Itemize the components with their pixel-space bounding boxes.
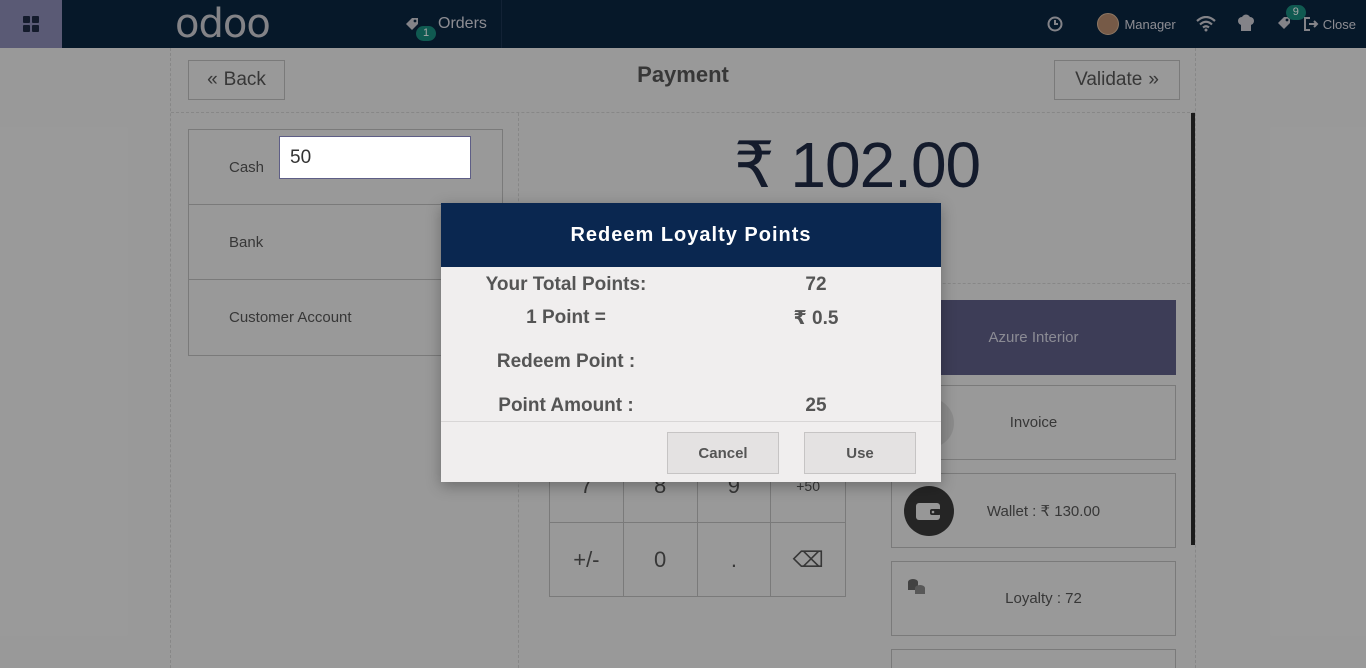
dialog-body: Your Total Points: 72 1 Point = ₹ 0.5 Re… [441,267,941,422]
total-points-value: 72 [805,274,827,295]
redeem-label: Redeem Point : [496,351,636,372]
cancel-button[interactable]: Cancel [667,432,779,474]
dialog-title: Redeem Loyalty Points [441,203,941,267]
amount-label: Point Amount : [498,395,634,416]
total-points-label: Your Total Points: [485,274,647,295]
use-button[interactable]: Use [804,432,916,474]
rate-value: ₹ 0.5 [793,308,839,329]
redeem-points-input[interactable] [279,136,471,179]
amount-value: 25 [805,395,827,416]
dialog-footer: Cancel Use [441,422,941,482]
redeem-loyalty-dialog: Redeem Loyalty Points Your Total Points:… [441,203,941,482]
rate-label: 1 Point = [526,307,606,328]
